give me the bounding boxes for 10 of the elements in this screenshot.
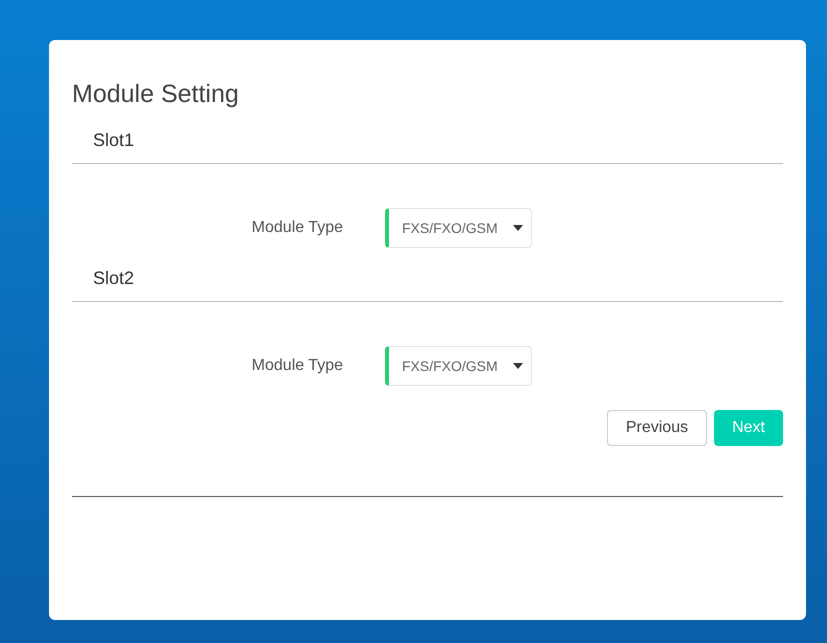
field-label: Module Type [250, 218, 343, 238]
previous-button[interactable]: Previous [606, 410, 708, 446]
caret-icon [513, 225, 523, 231]
module-type-select[interactable]: FXS/FXO/GSM [385, 346, 532, 386]
field-label: Module Type [250, 356, 343, 376]
caret-icon [513, 363, 523, 369]
module-type-select[interactable]: FXS/FXO/GSM [385, 208, 532, 248]
page-title: Module Setting [72, 79, 240, 110]
slot-heading: Slot2 [72, 266, 783, 302]
slot-heading: Slot1 [72, 128, 783, 164]
